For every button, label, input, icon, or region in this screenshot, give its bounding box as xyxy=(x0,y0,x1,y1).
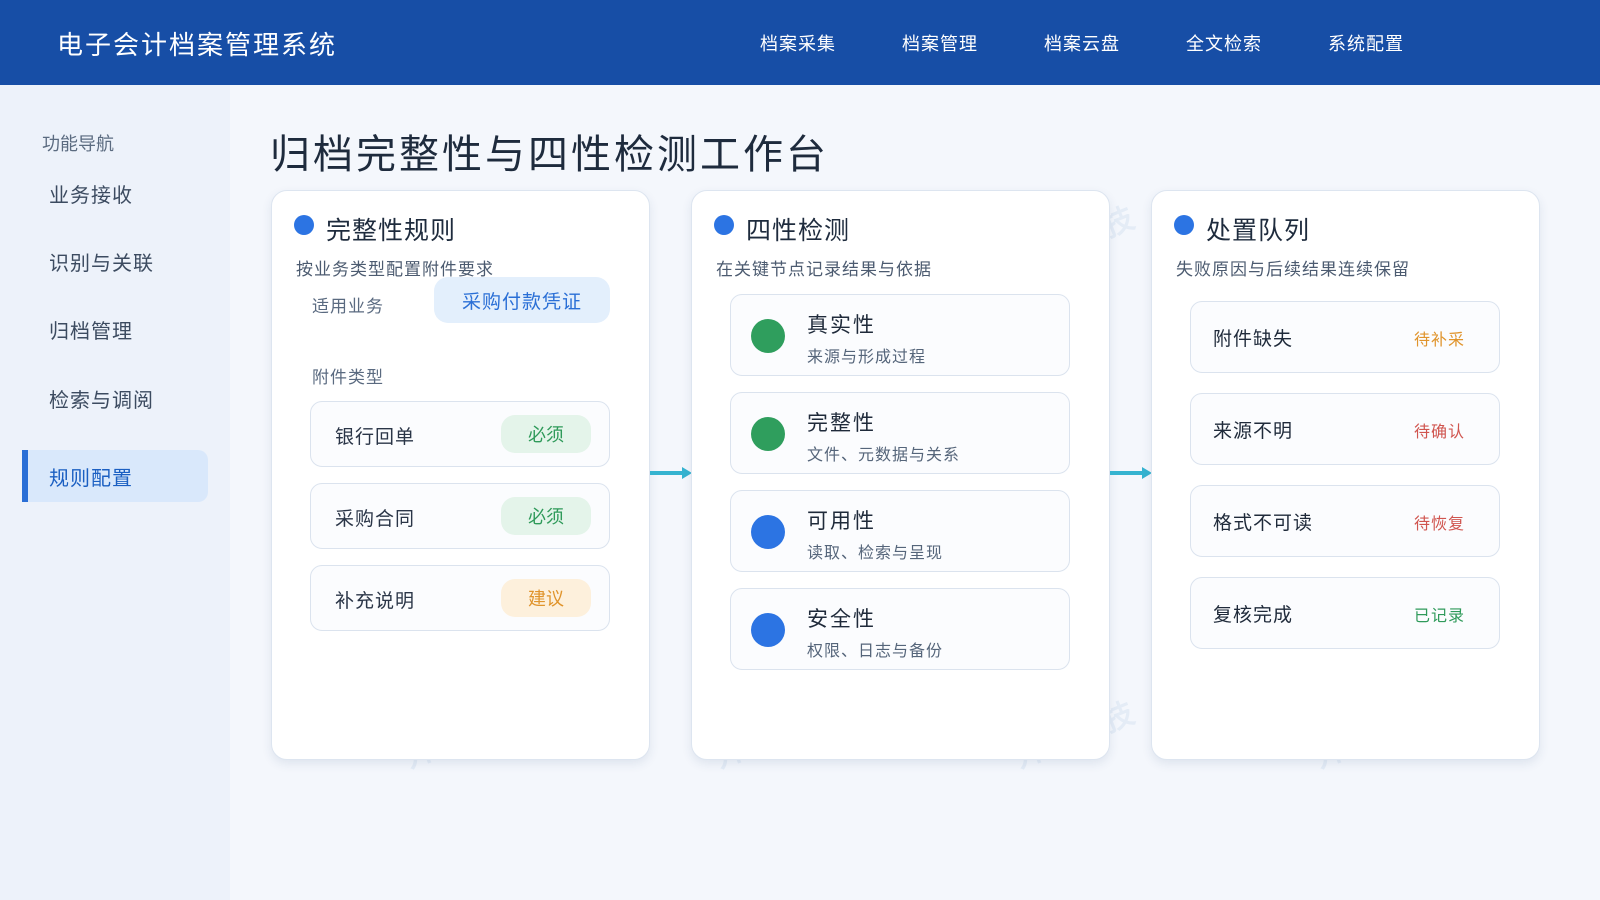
status-dot-icon xyxy=(751,319,785,353)
check-item[interactable]: 完整性 文件、元数据与关系 xyxy=(730,392,1070,474)
queue-status-label: 待恢复 xyxy=(1413,514,1465,533)
queue-item[interactable]: 来源不明 待确认 xyxy=(1190,393,1500,465)
check-name: 完整性 xyxy=(807,411,876,435)
topnav-item-manage[interactable]: 档案管理 xyxy=(902,30,978,56)
attachment-row: 补充说明 建议 xyxy=(310,565,610,631)
page-title: 归档完整性与四性检测工作台 xyxy=(270,132,829,178)
flow-arrow-icon xyxy=(1110,467,1152,479)
check-item[interactable]: 可用性 读取、检索与呈现 xyxy=(730,490,1070,572)
status-dot-icon xyxy=(751,613,785,647)
attachment-name: 银行回单 xyxy=(335,426,416,448)
status-dot-icon xyxy=(751,515,785,549)
rules-panel-title: 完整性规则 xyxy=(326,216,457,245)
check-panel-title: 四性检测 xyxy=(746,216,851,245)
queue-item[interactable]: 复核完成 已记录 xyxy=(1190,577,1500,649)
check-desc: 来源与形成过程 xyxy=(807,347,927,366)
business-label: 适用业务 xyxy=(312,297,384,317)
requirement-badge[interactable]: 必须 xyxy=(501,497,591,535)
topnav-item-config[interactable]: 系统配置 xyxy=(1328,30,1404,56)
panel-bullet-icon xyxy=(714,215,734,235)
attachment-name: 补充说明 xyxy=(335,590,416,612)
attachment-row: 银行回单 必须 xyxy=(310,401,610,467)
sidebar-item-receive[interactable]: 业务接收 xyxy=(22,167,208,219)
attachment-type-label: 附件类型 xyxy=(312,368,384,388)
queue-panel: 处置队列 失败原因与后续结果连续保留 附件缺失 待补采 来源不明 待确认 格式不… xyxy=(1151,190,1540,760)
attachment-row: 采购合同 必须 xyxy=(310,483,610,549)
check-item[interactable]: 真实性 来源与形成过程 xyxy=(730,294,1070,376)
check-name: 安全性 xyxy=(807,607,876,631)
requirement-badge[interactable]: 必须 xyxy=(501,415,591,453)
topnav-item-collect[interactable]: 档案采集 xyxy=(760,30,836,56)
queue-item-name: 来源不明 xyxy=(1213,420,1294,442)
check-panel: 四性检测 在关键节点记录结果与依据 真实性 来源与形成过程 完整性 文件、元数据… xyxy=(691,190,1110,760)
top-bar: 电子会计档案管理系统 档案采集 档案管理 档案云盘 全文检索 系统配置 xyxy=(0,0,1600,85)
check-name: 真实性 xyxy=(807,313,876,337)
attachment-name: 采购合同 xyxy=(335,508,416,530)
app-title: 电子会计档案管理系统 xyxy=(57,31,338,61)
queue-status-label: 待确认 xyxy=(1413,422,1465,441)
panel-bullet-icon xyxy=(1174,215,1194,235)
queue-status-label: 已记录 xyxy=(1413,606,1465,625)
queue-item-name: 格式不可读 xyxy=(1213,512,1314,534)
sidebar-item-identify[interactable]: 识别与关联 xyxy=(22,235,208,287)
flow-arrow-icon xyxy=(650,467,692,479)
sidebar: 功能导航 业务接收 识别与关联 归档管理 检索与调阅 规则配置 xyxy=(0,85,230,900)
topnav-item-search[interactable]: 全文检索 xyxy=(1186,30,1262,56)
queue-panel-subtitle: 失败原因与后续结果连续保留 xyxy=(1176,260,1410,280)
check-item[interactable]: 安全性 权限、日志与备份 xyxy=(730,588,1070,670)
queue-item-name: 附件缺失 xyxy=(1213,328,1294,350)
queue-item[interactable]: 格式不可读 待恢复 xyxy=(1190,485,1500,557)
queue-item[interactable]: 附件缺失 待补采 xyxy=(1190,301,1500,373)
top-nav: 档案采集 档案管理 档案云盘 全文检索 系统配置 xyxy=(760,30,1470,56)
status-dot-icon xyxy=(751,417,785,451)
check-desc: 权限、日志与备份 xyxy=(807,641,944,660)
check-panel-subtitle: 在关键节点记录结果与依据 xyxy=(716,260,932,280)
check-name: 可用性 xyxy=(807,509,876,533)
queue-item-name: 复核完成 xyxy=(1213,604,1294,626)
sidebar-item-rules[interactable]: 规则配置 xyxy=(22,450,208,502)
requirement-badge[interactable]: 建议 xyxy=(501,579,591,617)
queue-panel-title: 处置队列 xyxy=(1206,216,1311,245)
sidebar-item-archive[interactable]: 归档管理 xyxy=(22,303,208,355)
queue-status-label: 待补采 xyxy=(1413,330,1465,349)
topnav-item-cloud[interactable]: 档案云盘 xyxy=(1044,30,1120,56)
sidebar-item-retrieve[interactable]: 检索与调阅 xyxy=(22,372,208,424)
sidebar-heading: 功能导航 xyxy=(42,134,114,155)
rules-panel: 完整性规则 按业务类型配置附件要求 适用业务 采购付款凭证 附件类型 银行回单 … xyxy=(271,190,650,760)
check-desc: 读取、检索与呈现 xyxy=(807,543,944,562)
panel-bullet-icon xyxy=(294,215,314,235)
business-type-chip[interactable]: 采购付款凭证 xyxy=(434,277,610,323)
check-desc: 文件、元数据与关系 xyxy=(807,445,961,464)
